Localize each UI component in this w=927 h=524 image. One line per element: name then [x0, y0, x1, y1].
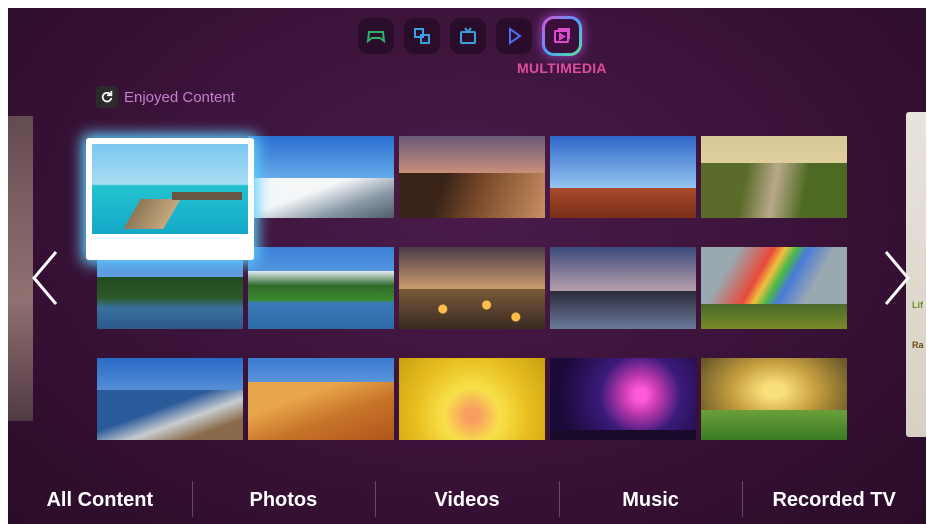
tv-icon[interactable]	[450, 18, 486, 54]
chevron-left-icon[interactable]	[30, 248, 60, 308]
section-title: Enjoyed Content	[124, 88, 235, 106]
thumbnail-mountain-reflection[interactable]	[248, 247, 394, 329]
thumbnail-desert-rocks-coast[interactable]	[550, 136, 696, 218]
next-panel-tag: Ra	[912, 340, 924, 350]
thumbnail-sand-dunes[interactable]	[248, 358, 394, 440]
thumbnail-snowy-mountain[interactable]	[248, 136, 394, 218]
active-panel-label: MULTIMEDIA	[517, 60, 607, 76]
next-panel-tag: Lif	[912, 300, 923, 310]
tropical-pier-image	[92, 144, 248, 234]
section-header: Enjoyed Content	[96, 86, 235, 108]
play-icon[interactable]	[496, 18, 532, 54]
games-icon[interactable]	[358, 18, 394, 54]
thumbnail-coastal-sunset[interactable]	[399, 136, 545, 218]
tab-recorded-tv[interactable]: Recorded TV	[742, 480, 926, 517]
thumbnail-golden-meadow[interactable]	[701, 358, 847, 440]
thumbnail-fireworks[interactable]	[550, 358, 696, 440]
apps-icon[interactable]	[404, 18, 440, 54]
thumbnail-marina-sunset[interactable]	[550, 247, 696, 329]
hub-panel-bar	[358, 16, 582, 56]
tab-all-content[interactable]: All Content	[8, 489, 192, 512]
thumbnail-country-road-motorcycle[interactable]	[701, 136, 847, 218]
smart-hub-screen: MULTIMEDIA Enjoyed Content Lif Ra All Co…	[8, 8, 926, 524]
tab-music[interactable]: Music	[558, 480, 743, 517]
chevron-right-icon[interactable]	[882, 248, 912, 308]
thumbnail-rainbow-field[interactable]	[701, 247, 847, 329]
refresh-icon	[96, 86, 118, 108]
thumbnail-tropical-pier[interactable]	[86, 138, 254, 260]
tab-videos[interactable]: Videos	[375, 480, 559, 517]
multimedia-icon[interactable]	[542, 16, 582, 56]
thumbnail-floating-lanterns[interactable]	[399, 247, 545, 329]
content-tabs: All Content Photos Videos Music Recorded…	[8, 476, 926, 524]
thumbnail-sailboat-deck[interactable]	[97, 358, 243, 440]
thumbnail-yellow-flower[interactable]	[399, 358, 545, 440]
tab-photos[interactable]: Photos	[191, 480, 376, 517]
